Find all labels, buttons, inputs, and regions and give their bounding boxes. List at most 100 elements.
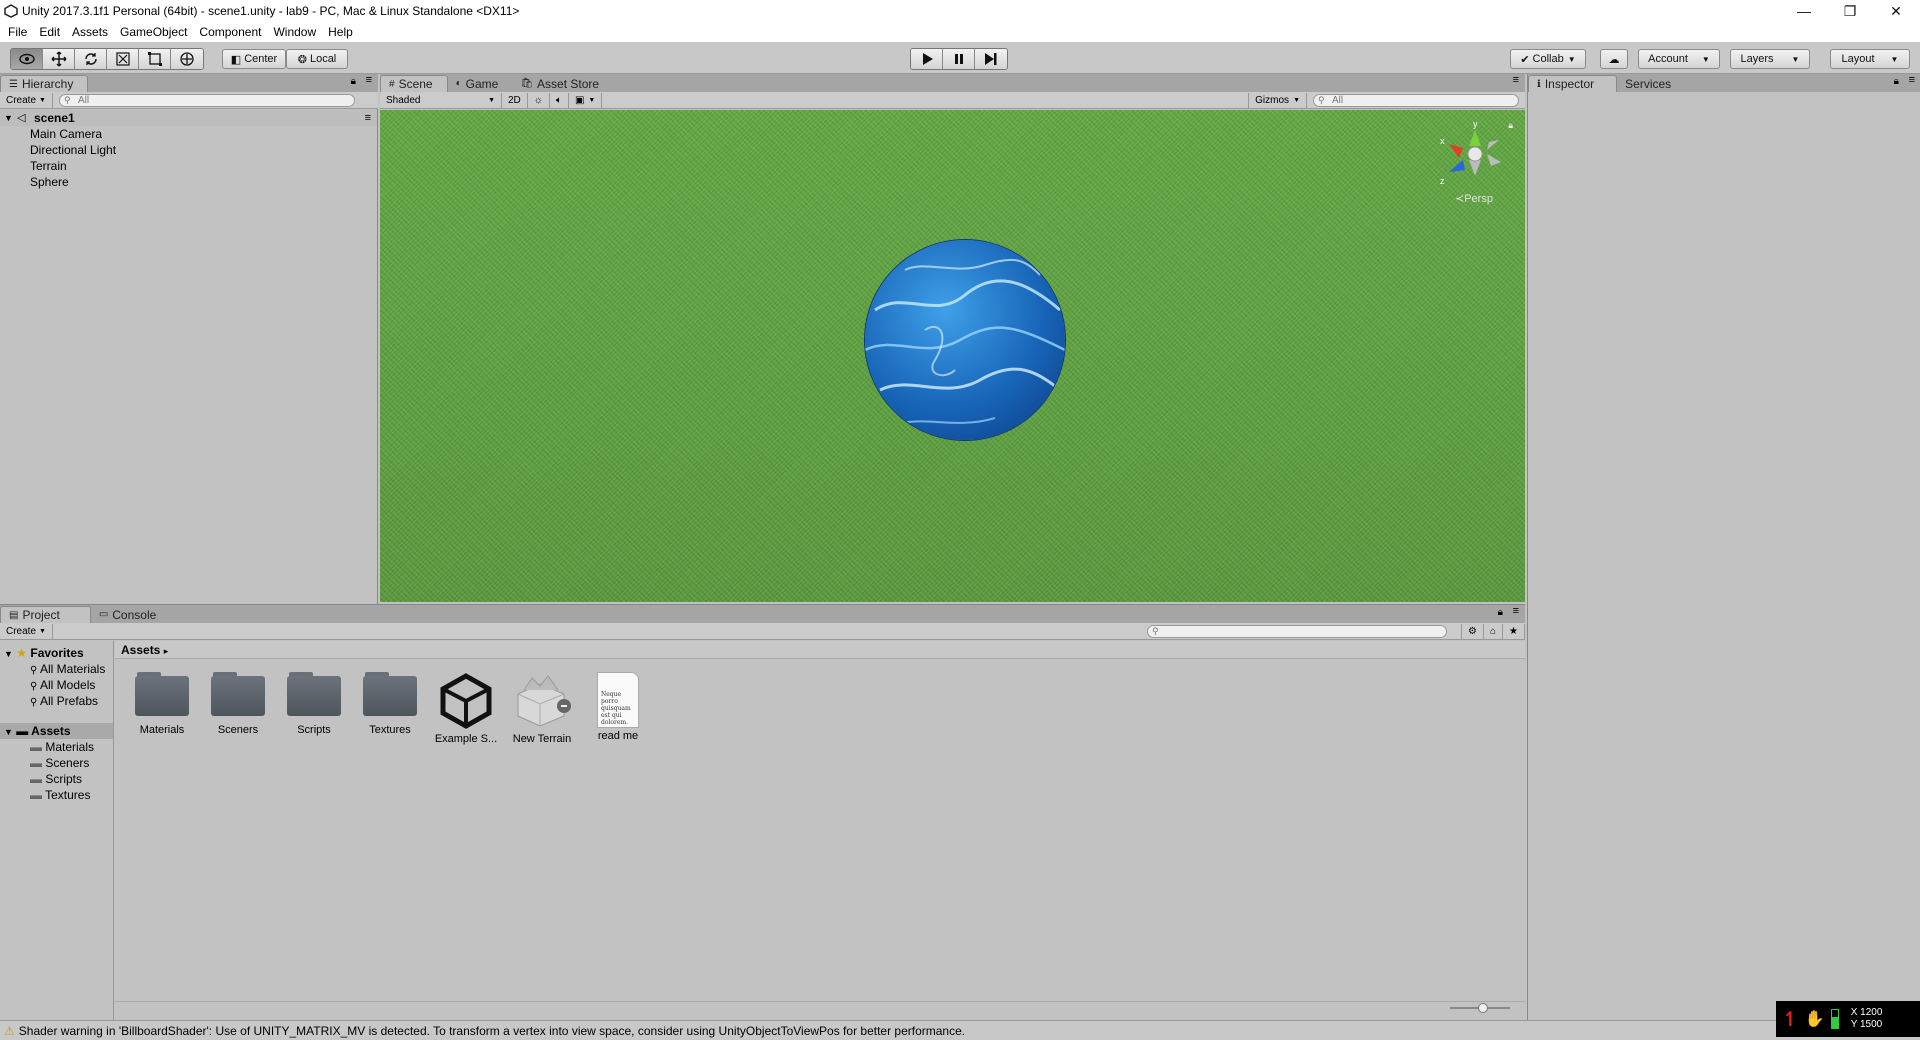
panel-menu-icon[interactable]: ≡ <box>1513 605 1519 617</box>
hierarchy-search-input[interactable]: ⚲ All <box>58 93 355 107</box>
breadcrumb-assets[interactable]: Assets <box>121 643 160 657</box>
panel-menu-icon[interactable]: ≡ <box>366 74 372 86</box>
shading-mode-dropdown[interactable]: Shaded ▼ <box>380 92 502 108</box>
tree-folder-materials[interactable]: ▬ Materials <box>30 739 94 755</box>
hierarchy-item-sphere[interactable]: Sphere <box>0 174 377 190</box>
restore-button[interactable]: ❐ <box>1827 0 1873 22</box>
pivot-local-button[interactable]: ❂ Local <box>286 49 348 69</box>
search-icon: ⚲ <box>30 681 38 692</box>
menu-help[interactable]: Help <box>322 25 359 39</box>
scene-orientation-gizmo[interactable]: y x z ≺Persp 🔒︎ <box>1435 118 1515 208</box>
fav-all-materials[interactable]: ⚲ All Materials <box>30 661 105 677</box>
scene-panel-header: # Scene ◐ Game 🛍︎ Asset Store ≡ Shaded ▼ 2D … <box>380 74 1525 110</box>
menu-window[interactable]: Window <box>267 25 322 39</box>
asset-folder-scripts[interactable]: Scripts <box>278 672 350 736</box>
pivot-center-button[interactable]: ◧ Center <box>222 49 286 69</box>
menu-file[interactable]: File <box>2 25 33 39</box>
asset-folder-sceners[interactable]: Sceners <box>202 672 274 736</box>
effects-dropdown[interactable]: ▣ ▼ <box>569 92 603 108</box>
play-icon <box>922 53 933 65</box>
transform-tool-button[interactable] <box>171 49 203 69</box>
hand-tool-button[interactable] <box>11 49 43 69</box>
filter-label-button[interactable]: ⌂ <box>1484 623 1504 639</box>
asset-new-terrain[interactable]: New Terrain <box>506 672 578 745</box>
lock-icon[interactable]: 🔒︎ <box>1498 607 1503 618</box>
tab-console[interactable]: ▭ Console <box>91 606 170 623</box>
filter-type-button[interactable]: ⚙ <box>1461 623 1484 639</box>
asset-folder-materials[interactable]: Materials <box>126 672 198 736</box>
projection-label[interactable]: ≺Persp <box>1455 192 1493 205</box>
rotate-tool-button[interactable] <box>75 49 107 69</box>
minimize-button[interactable]: — <box>1781 0 1827 22</box>
expand-arrow-icon[interactable]: ▼ <box>4 110 13 126</box>
lock-icon[interactable]: 🔒︎ <box>351 76 356 87</box>
asset-label: New Terrain <box>512 733 572 745</box>
layers-dropdown[interactable]: Layers ▼ <box>1730 49 1810 69</box>
gizmos-dropdown[interactable]: Gizmos ▼ <box>1248 92 1307 108</box>
battery-icon <box>1830 1009 1839 1029</box>
2d-toggle[interactable]: 2D <box>502 92 528 108</box>
hierarchy-item-main-camera[interactable]: Main Camera <box>0 126 377 142</box>
menu-gameobject[interactable]: GameObject <box>114 25 193 39</box>
step-button[interactable] <box>975 49 1007 69</box>
tab-services[interactable]: Services <box>1617 75 1685 92</box>
tree-folder-label: Scripts <box>45 772 83 786</box>
asset-read-me[interactable]: Neque porro quisquam est qui dolorem. re… <box>582 672 654 742</box>
lock-icon[interactable]: 🔒︎ <box>1894 76 1899 87</box>
folder-icon: ▬ <box>30 788 42 802</box>
scale-tool-button[interactable] <box>107 49 139 69</box>
tab-hierarchy[interactable]: ☰ Hierarchy <box>0 75 89 92</box>
slider-thumb[interactable] <box>1478 1003 1488 1013</box>
tab-asset-store[interactable]: 🛍︎ Asset Store <box>512 75 613 92</box>
menu-component[interactable]: Component <box>193 25 267 39</box>
lighting-toggle[interactable]: ☼ <box>528 92 550 108</box>
fav-all-models[interactable]: ⚲ All Models <box>30 677 95 693</box>
scene-menu-icon[interactable]: ≡ <box>365 110 371 126</box>
asset-label: Sceners <box>217 724 259 736</box>
tab-inspector[interactable]: ℹ Inspector <box>1528 75 1618 92</box>
pause-button[interactable] <box>943 49 975 69</box>
favorite-button[interactable]: ★ <box>1503 623 1525 639</box>
asset-example-scene[interactable]: Example S... <box>430 672 502 745</box>
cloud-button[interactable]: ☁ <box>1600 49 1628 69</box>
project-create-button[interactable]: Create ▼ <box>0 623 53 639</box>
tree-folder-textures[interactable]: ▬ Textures <box>30 787 90 803</box>
favorites-node[interactable]: ▼ ★ Favorites <box>4 645 84 661</box>
tree-folder-sceners[interactable]: ▬ Sceners <box>30 755 89 771</box>
water-texture <box>865 258 1065 426</box>
asset-folder-textures[interactable]: Textures <box>354 672 426 736</box>
collab-dropdown[interactable]: ✔ Collab ▼ <box>1510 49 1586 69</box>
project-search-input[interactable]: ⚲ <box>1147 624 1448 638</box>
tab-project[interactable]: ▤ Project <box>0 606 91 623</box>
tab-game[interactable]: ◐ Game <box>448 75 513 92</box>
hierarchy-create-button[interactable]: Create ▼ <box>0 92 53 108</box>
scene-viewport[interactable]: y x z ≺Persp 🔒︎ <box>380 110 1525 602</box>
sphere-object[interactable] <box>865 240 1065 440</box>
inspector-tabstrip: ℹ Inspector Services 🔒︎ ≡ <box>1528 74 1920 92</box>
menu-assets[interactable]: Assets <box>66 25 114 39</box>
hierarchy-item-directional-light[interactable]: Directional Light <box>0 142 377 158</box>
assets-root-node[interactable]: ▼ ▬ Assets <box>0 723 113 739</box>
tree-folder-label: Textures <box>45 788 91 802</box>
close-button[interactable]: ✕ <box>1873 0 1919 22</box>
account-dropdown[interactable]: Account ▼ <box>1638 49 1720 69</box>
tab-game-label: Game <box>465 76 499 91</box>
icon-size-slider[interactable] <box>1450 1003 1510 1013</box>
menu-edit[interactable]: Edit <box>33 25 66 39</box>
panel-menu-icon[interactable]: ≡ <box>1909 74 1915 86</box>
layout-dropdown[interactable]: Layout ▼ <box>1830 49 1910 69</box>
fav-all-prefabs[interactable]: ⚲ All Prefabs <box>30 693 98 709</box>
gizmo-lock-icon[interactable]: 🔒︎ <box>1508 120 1513 131</box>
panel-menu-icon[interactable]: ≡ <box>1513 74 1519 86</box>
layers-label: Layers <box>1740 53 1774 65</box>
scene-search-input[interactable]: ⚲ All <box>1313 93 1519 107</box>
status-bar[interactable]: ⚠ Shader warning in 'BillboardShader': U… <box>0 1020 1920 1040</box>
rect-tool-button[interactable] <box>139 49 171 69</box>
tab-scene[interactable]: # Scene <box>380 75 448 92</box>
play-button[interactable] <box>911 49 943 69</box>
scene-root-row[interactable]: ▼ ◁ scene1 ≡ <box>0 110 377 126</box>
audio-toggle[interactable]: 🔈︎ <box>550 92 569 108</box>
move-tool-button[interactable] <box>43 49 75 69</box>
tree-folder-scripts[interactable]: ▬ Scripts <box>30 771 82 787</box>
hierarchy-item-terrain[interactable]: Terrain <box>0 158 377 174</box>
